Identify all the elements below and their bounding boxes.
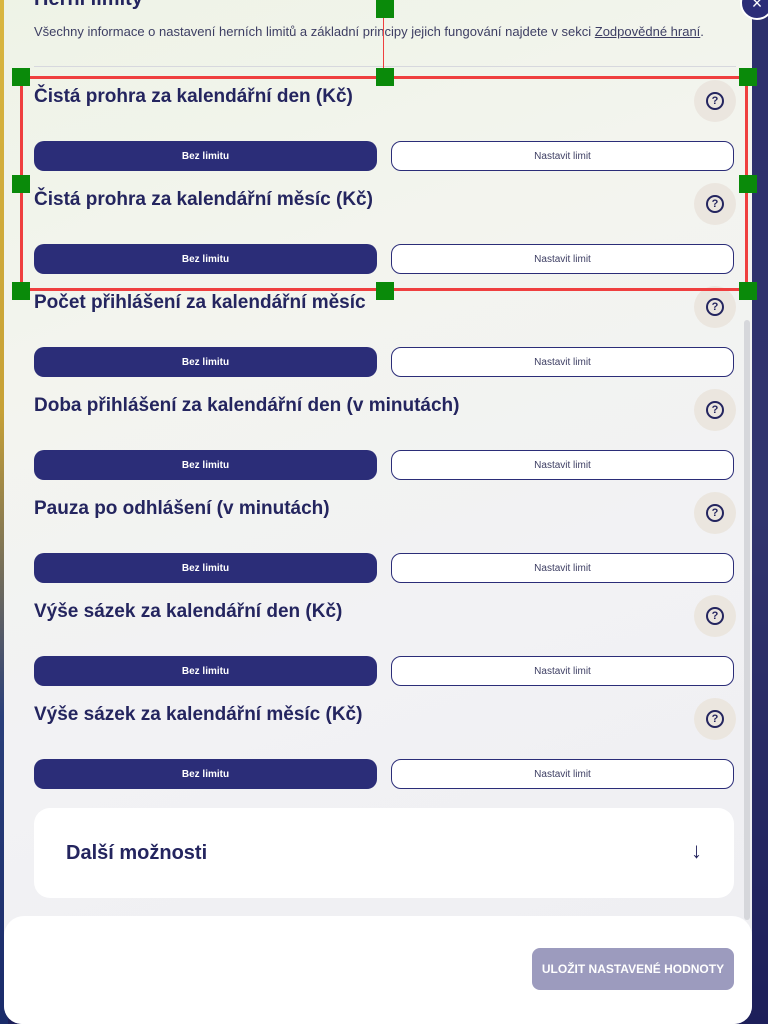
help-button[interactable]: ? <box>694 492 736 534</box>
no-limit-button[interactable]: Bez limitu <box>34 656 377 686</box>
limit-options: Bez limitu Nastavit limit <box>34 553 736 583</box>
limit-options: Bez limitu Nastavit limit <box>34 244 736 274</box>
no-limit-button[interactable]: Bez limitu <box>34 347 377 377</box>
limit-row: Výše sázek za kalendářní den (Kč) ? Bez … <box>34 595 736 698</box>
more-options-toggle[interactable]: Další možnosti ↓ <box>34 808 734 898</box>
set-limit-button[interactable]: Nastavit limit <box>391 450 734 480</box>
limit-label: Počet přihlášení za kalendářní měsíc <box>34 292 366 313</box>
no-limit-button[interactable]: Bez limitu <box>34 553 377 583</box>
question-icon: ? <box>706 504 724 522</box>
resize-handle-top-left[interactable] <box>12 68 30 86</box>
limit-row: Doba přihlášení za kalendářní den (v min… <box>34 389 736 492</box>
set-limit-button[interactable]: Nastavit limit <box>391 244 734 274</box>
limit-label: Čistá prohra za kalendářní měsíc (Kč) <box>34 189 373 210</box>
resize-handle-right[interactable] <box>739 175 757 193</box>
info-text-end: . <box>700 24 704 39</box>
modal-title: Herní limity <box>34 0 143 11</box>
limit-label: Čistá prohra za kalendářní den (Kč) <box>34 86 353 107</box>
help-button[interactable]: ? <box>694 595 736 637</box>
no-limit-button[interactable]: Bez limitu <box>34 759 377 789</box>
limit-label: Výše sázek za kalendářní den (Kč) <box>34 601 343 622</box>
limit-options: Bez limitu Nastavit limit <box>34 347 736 377</box>
set-limit-button[interactable]: Nastavit limit <box>391 141 734 171</box>
scrollbar[interactable] <box>744 320 750 920</box>
info-text: Všechny informace o nastavení herních li… <box>34 24 734 39</box>
limit-row: Čistá prohra za kalendářní měsíc (Kč) ? … <box>34 183 736 286</box>
set-limit-button[interactable]: Nastavit limit <box>391 553 734 583</box>
set-limit-button[interactable]: Nastavit limit <box>391 347 734 377</box>
modal-footer: ULOŽIT NASTAVENÉ HODNOTY <box>4 916 752 1024</box>
limit-label: Výše sázek za kalendářní měsíc (Kč) <box>34 704 363 725</box>
no-limit-button[interactable]: Bez limitu <box>34 450 377 480</box>
limits-modal: Herní limity Všechny informace o nastave… <box>4 0 752 1024</box>
resize-handle-top[interactable] <box>376 68 394 86</box>
limit-row: Čistá prohra za kalendářní den (Kč) ? Be… <box>34 80 736 183</box>
resize-handle-bottom[interactable] <box>376 282 394 300</box>
set-limit-button[interactable]: Nastavit limit <box>391 759 734 789</box>
more-options-label: Další možnosti <box>66 842 208 864</box>
limit-label: Doba přihlášení za kalendářní den (v min… <box>34 395 460 416</box>
limit-options: Bez limitu Nastavit limit <box>34 141 736 171</box>
limit-label: Pauza po odhlášení (v minutách) <box>34 498 330 519</box>
limit-options: Bez limitu Nastavit limit <box>34 656 736 686</box>
question-icon: ? <box>706 401 724 419</box>
set-limit-button[interactable]: Nastavit limit <box>391 656 734 686</box>
limit-options: Bez limitu Nastavit limit <box>34 450 736 480</box>
question-icon: ? <box>706 607 724 625</box>
no-limit-button[interactable]: Bez limitu <box>34 244 377 274</box>
help-button[interactable]: ? <box>694 80 736 122</box>
limit-row: Pauza po odhlášení (v minutách) ? Bez li… <box>34 492 736 595</box>
info-text-body: Všechny informace o nastavení herních li… <box>34 24 592 39</box>
help-button[interactable]: ? <box>694 698 736 740</box>
help-button[interactable]: ? <box>694 389 736 431</box>
no-limit-button[interactable]: Bez limitu <box>34 141 377 171</box>
limit-row: Počet přihlášení za kalendářní měsíc ? B… <box>34 286 736 389</box>
help-button[interactable]: ? <box>694 286 736 328</box>
arrow-down-icon: ↓ <box>691 838 702 863</box>
question-icon: ? <box>706 298 724 316</box>
resize-handle-bottom-right[interactable] <box>739 282 757 300</box>
resize-handle-left[interactable] <box>12 175 30 193</box>
question-icon: ? <box>706 710 724 728</box>
limit-options: Bez limitu Nastavit limit <box>34 759 736 789</box>
responsible-gaming-link[interactable]: Zodpovědné hraní <box>595 24 701 39</box>
limit-row: Výše sázek za kalendářní měsíc (Kč) ? Be… <box>34 698 736 801</box>
question-icon: ? <box>706 195 724 213</box>
resize-handle-bottom-left[interactable] <box>12 282 30 300</box>
help-button[interactable]: ? <box>694 183 736 225</box>
divider <box>34 66 736 67</box>
rotate-handle[interactable] <box>376 0 394 18</box>
save-button[interactable]: ULOŽIT NASTAVENÉ HODNOTY <box>532 948 734 990</box>
resize-handle-top-right[interactable] <box>739 68 757 86</box>
question-icon: ? <box>706 92 724 110</box>
limits-list: Čistá prohra za kalendářní den (Kč) ? Be… <box>34 80 736 801</box>
